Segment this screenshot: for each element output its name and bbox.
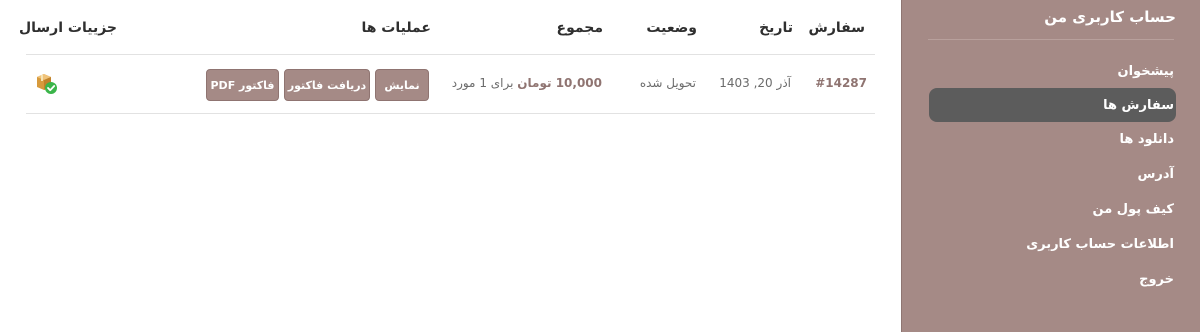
table-row: #14287 آذر 20, 1403 تحویل شده 10,000 توم… xyxy=(26,55,875,114)
sidebar-item-account-details[interactable]: اطلاعات حساب کاربری xyxy=(929,227,1176,261)
sidebar-item-label: دانلود ها xyxy=(1119,131,1174,147)
view-order-button[interactable]: نمایش xyxy=(375,69,429,101)
order-total: 10,000 تومان برای 1 مورد xyxy=(452,76,602,90)
sidebar-item-label: آدرس xyxy=(1137,166,1174,182)
order-total-suffix: برای 1 مورد xyxy=(451,76,514,90)
sidebar-item-label: سفارش ها xyxy=(1103,97,1174,113)
pdf-invoice-button[interactable]: فاکتور PDF xyxy=(206,69,279,101)
sidebar-item-label: کیف پول من xyxy=(1092,201,1174,217)
table-header: سفارش تاریخ وضعیت مجموع عملیات ها جزییات… xyxy=(19,0,875,55)
orders-table: سفارش تاریخ وضعیت مجموع عملیات ها جزییات… xyxy=(19,0,875,114)
sidebar-item-downloads[interactable]: دانلود ها xyxy=(929,122,1176,156)
package-delivered-icon[interactable] xyxy=(35,72,59,96)
sidebar-item-address[interactable]: آدرس xyxy=(929,157,1176,191)
sidebar-item-wallet[interactable]: کیف پول من xyxy=(929,192,1176,226)
header-date: تاریخ xyxy=(759,20,793,36)
header-status: وضعیت xyxy=(646,20,697,36)
sidebar-title: حساب کاربری من xyxy=(1044,8,1176,26)
sidebar-divider xyxy=(928,39,1174,40)
header-total: مجموع xyxy=(556,20,603,36)
header-actions: عملیات ها xyxy=(361,20,431,36)
get-invoice-button[interactable]: دریافت فاکتور xyxy=(284,69,370,101)
header-order: سفارش xyxy=(808,20,865,36)
order-total-amount: 10,000 تومان xyxy=(517,76,602,90)
sidebar-item-label: خروج xyxy=(1139,271,1174,287)
order-status: تحویل شده xyxy=(639,76,696,90)
header-shipping: جزییات ارسال xyxy=(19,20,117,36)
sidebar-item-orders[interactable]: سفارش ها xyxy=(929,88,1176,122)
order-date: آذر 20, 1403 xyxy=(719,76,791,90)
sidebar-item-label: پیشخوان xyxy=(1117,63,1175,79)
order-number-link[interactable]: #14287 xyxy=(815,76,867,90)
account-sidebar: حساب کاربری من پیشخوان سفارش ها دانلود ه… xyxy=(901,0,1200,332)
sidebar-item-label: اطلاعات حساب کاربری xyxy=(1026,236,1174,252)
sidebar-item-dashboard[interactable]: پیشخوان xyxy=(929,54,1176,88)
order-number-cell: #14287 xyxy=(815,76,867,90)
sidebar-item-logout[interactable]: خروج xyxy=(929,262,1176,296)
